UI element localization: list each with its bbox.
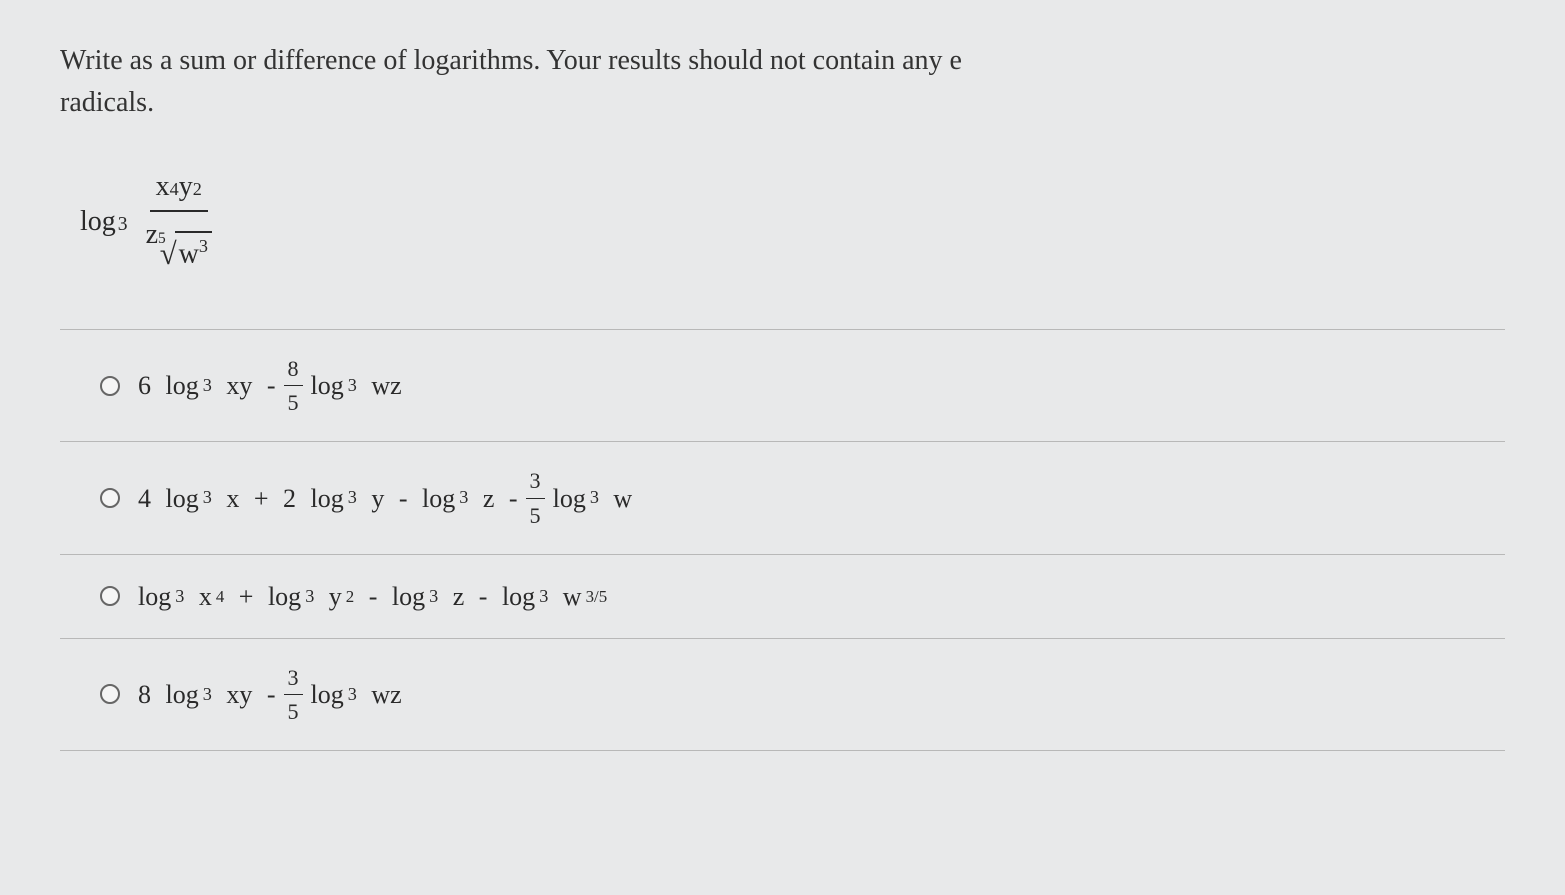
log-base: 3 [118, 210, 128, 239]
option-3-content: log3 x4 + log3 y2 - log3 z - log3 w3/5 [138, 577, 607, 616]
radical: 5 w3 [158, 231, 212, 277]
fraction: x4y2 z 5 w3 [140, 164, 218, 279]
option-1[interactable]: 6 log3 xy - 85 log3 wz [60, 329, 1505, 441]
option-2[interactable]: 4 log3 x + 2 log3 y - log3 z - 35 log3 w [60, 441, 1505, 553]
question-line-1: Write as a sum or difference of logarith… [60, 45, 962, 76]
option-4[interactable]: 8 log3 xy - 35 log3 wz [60, 638, 1505, 751]
option-4-content: 8 log3 xy - 35 log3 wz [138, 661, 402, 728]
radio-icon[interactable] [100, 586, 120, 606]
question-line-2: radicals. [60, 87, 154, 118]
answer-options: 6 log3 xy - 85 log3 wz 4 log3 x + 2 log3… [60, 329, 1505, 751]
log-label: log [80, 201, 116, 243]
radio-icon[interactable] [100, 684, 120, 704]
option-1-content: 6 log3 xy - 85 log3 wz [138, 352, 402, 419]
radio-icon[interactable] [100, 376, 120, 396]
radio-icon[interactable] [100, 488, 120, 508]
option-3[interactable]: log3 x4 + log3 y2 - log3 z - log3 w3/5 [60, 554, 1505, 638]
math-expression: log 3 x4y2 z 5 w3 [80, 164, 1505, 279]
option-2-content: 4 log3 x + 2 log3 y - log3 z - 35 log3 w [138, 464, 632, 531]
numerator: x4y2 [150, 164, 208, 212]
denominator: z 5 w3 [140, 212, 218, 279]
question-text: Write as a sum or difference of logarith… [60, 40, 1505, 124]
